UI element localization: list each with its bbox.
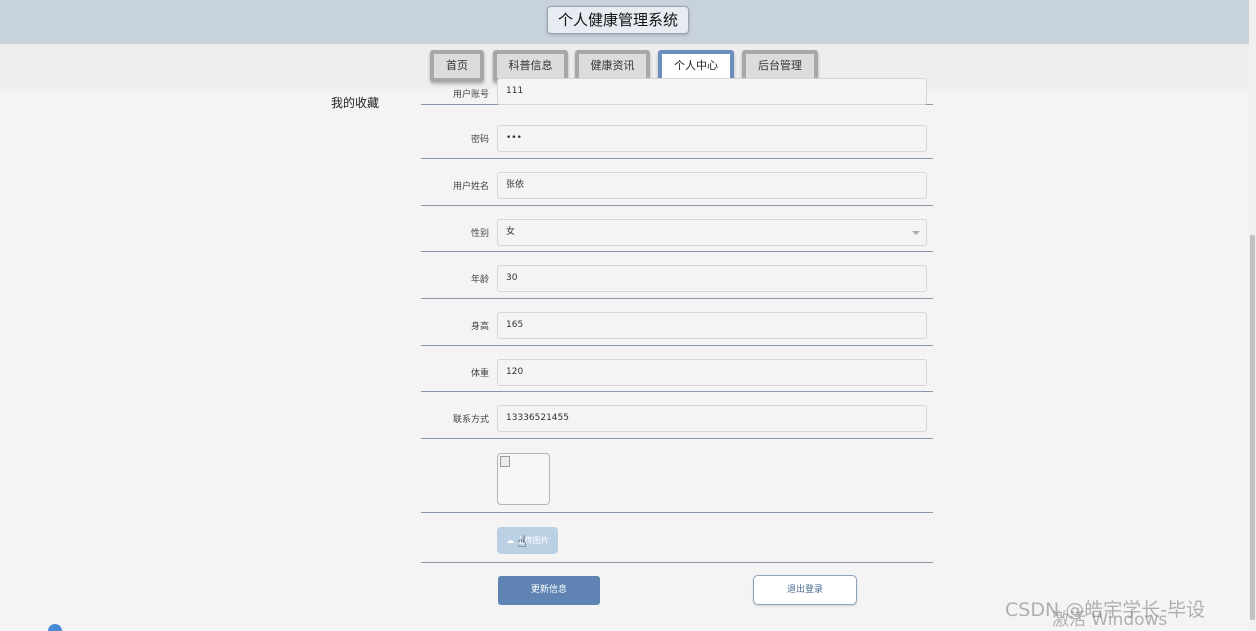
scrollbar-thumb[interactable]	[1250, 235, 1255, 620]
form-row-name: 用户姓名 张依	[421, 159, 933, 206]
weight-label: 体重	[470, 369, 489, 379]
age-label: 年龄	[470, 275, 489, 285]
gender-label: 性别	[470, 229, 489, 239]
cloud-upload-icon: ☁	[506, 536, 517, 545]
age-field[interactable]: 30	[497, 265, 927, 292]
chevron-down-icon	[912, 231, 920, 235]
form-row-password: 密码 •••	[421, 112, 933, 159]
height-field[interactable]: 165	[497, 312, 927, 339]
page-scrollbar[interactable]	[1249, 0, 1256, 631]
name-label: 用户姓名	[452, 182, 489, 192]
contact-label: 联系方式	[452, 415, 489, 425]
top-header: 个人健康管理系统	[0, 0, 1249, 44]
logout-button[interactable]: 退出登录	[753, 575, 857, 605]
form-row-contact: 联系方式 13336521455	[421, 392, 933, 439]
gender-value: 女	[506, 227, 516, 237]
form-row-account: 用户账号 111	[421, 78, 933, 105]
height-label: 身高	[470, 322, 489, 332]
activate-windows-text: 激活 Windows	[1052, 610, 1168, 630]
avatar-preview	[497, 453, 550, 505]
broken-image-icon	[500, 456, 510, 467]
account-field[interactable]: 111	[497, 78, 927, 105]
password-label: 密码	[470, 135, 489, 145]
form-row-height: 身高 165	[421, 299, 933, 346]
upload-image-button[interactable]: ☁ 上传图片	[497, 527, 558, 554]
form-row-age: 年龄 30	[421, 252, 933, 299]
gender-select[interactable]: 女	[497, 219, 927, 246]
contact-field[interactable]: 13336521455	[497, 405, 927, 432]
site-title: 个人健康管理系统	[547, 6, 689, 34]
password-field[interactable]: •••	[497, 125, 927, 152]
account-label: 用户账号	[452, 90, 489, 100]
form-row-gender: 性别 女	[421, 206, 933, 252]
form-row-weight: 体重 120	[421, 346, 933, 392]
hand-cursor-icon: ☝	[517, 532, 527, 551]
name-field[interactable]: 张依	[497, 172, 927, 199]
weight-field[interactable]: 120	[497, 359, 927, 386]
update-info-button[interactable]: 更新信息	[498, 576, 600, 605]
floating-dot-icon	[48, 624, 62, 631]
sidebar-item-favorites[interactable]: 我的收藏	[331, 94, 379, 111]
